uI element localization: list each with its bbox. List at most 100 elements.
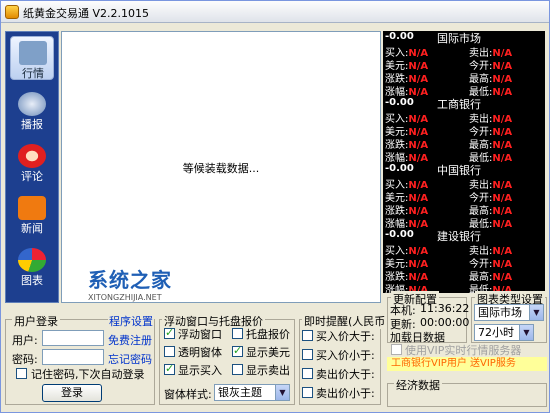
transparent-window-checkbox[interactable] xyxy=(164,346,175,357)
nav-item-chart[interactable]: 图表 xyxy=(10,244,54,288)
window-title: 纸黄金交易通 V2.2.1015 xyxy=(23,7,150,20)
password-input[interactable] xyxy=(42,349,104,365)
quote-row: 买入:N/A 卖出:N/A xyxy=(385,110,543,125)
alert-sell-above-label: 卖出价大于: xyxy=(316,368,375,381)
window-style-value: 银灰主题 xyxy=(218,386,262,399)
watermark-main-text: 系统之家 xyxy=(88,268,172,292)
vip-server-checkbox[interactable] xyxy=(391,344,402,355)
free-register-link[interactable]: 免费注册 xyxy=(108,332,152,348)
user-input[interactable] xyxy=(42,330,104,346)
app-window: 纸黄金交易通 V2.2.1015 行情 播报 评论 新闻 图表 等候装载数据..… xyxy=(0,0,550,413)
quote-row: 美元:N/A 今开:N/A xyxy=(385,255,543,270)
login-group: 用户登录 程序设置 用户: 免费注册 密码: 忘记密码 记住密码,下次自动登录 … xyxy=(5,313,155,405)
alert-buy-above-label: 买入价大于: xyxy=(316,330,375,343)
watermark-sub-text: XITONGZHIJIA.NET xyxy=(88,293,162,302)
promo-news-link[interactable]: 工商银行VIP用户 送VIP服务 xyxy=(387,357,547,371)
app-logo-icon xyxy=(5,5,19,19)
chevron-down-icon: ▼ xyxy=(529,305,543,320)
quote-section: -0.00 工商银行 买入:N/A 卖出:N/A 美元:N/A 今开:N/A 涨跌:N/A 最… xyxy=(383,97,545,164)
market-select-value: 国际市场 xyxy=(478,306,522,319)
login-button[interactable]: 登录 xyxy=(42,384,102,402)
update-time-value: 00:00:00 xyxy=(420,316,470,329)
tray-quote-checkbox[interactable] xyxy=(232,328,243,339)
quote-row: 买入:N/A 卖出:N/A xyxy=(385,242,543,257)
quote-change-value: -0.00 xyxy=(385,97,414,108)
nav-item-quotes[interactable]: 行情 xyxy=(10,36,54,80)
transparent-window-label: 透明窗体 xyxy=(178,346,222,359)
show-buy-label: 显示买入 xyxy=(178,364,222,377)
show-buy-checkbox[interactable] xyxy=(164,362,175,375)
quote-change-value: -0.00 xyxy=(385,163,414,174)
show-usd-label: 显示美元 xyxy=(246,346,290,359)
alert-sell-above-checkbox[interactable] xyxy=(302,368,313,379)
show-sell-checkbox[interactable] xyxy=(232,364,243,375)
quote-row: 美元:N/A 今开:N/A xyxy=(385,57,543,72)
chevron-down-icon: ▼ xyxy=(275,385,289,400)
quote-row: 涨跌:N/A 最高:N/A xyxy=(385,268,543,283)
chart-blocks-icon xyxy=(19,41,47,65)
quote-change-value: -0.00 xyxy=(385,31,414,42)
nav-item-comment[interactable]: 评论 xyxy=(10,140,54,184)
login-group-title: 用户登录 xyxy=(12,313,60,329)
vip-server-label: 使用VIP实时行情服务器 xyxy=(405,344,522,357)
quote-section: -0.00 中国银行 买入:N/A 卖出:N/A 美元:N/A 今开:N/A 涨跌:N/A 最… xyxy=(383,163,545,230)
show-sell-label: 显示卖出 xyxy=(246,364,290,377)
quote-row: 美元:N/A 今开:N/A xyxy=(385,189,543,204)
alerts-group-title: 即时提醒(人民币 xyxy=(302,313,388,329)
quote-row: 涨幅:N/A 最低:N/A xyxy=(385,83,543,98)
quote-row: 买入:N/A 卖出:N/A xyxy=(385,44,543,59)
quote-row: 涨幅:N/A 最低:N/A xyxy=(385,149,543,164)
sidebar-nav: 行情 播报 评论 新闻 图表 xyxy=(5,31,59,303)
quote-section: -0.00 国际市场 买入:N/A 卖出:N/A 美元:N/A 今开:N/A 涨跌:N/A 最… xyxy=(383,31,545,98)
main-content-area: 等候装载数据... 系统之家 XITONGZHIJIA.NET xyxy=(61,31,381,303)
title-bar: 纸黄金交易通 V2.2.1015 xyxy=(1,1,549,23)
quote-row: 美元:N/A 今开:N/A xyxy=(385,123,543,138)
quote-row: 涨跌:N/A 最高:N/A xyxy=(385,70,543,85)
alert-buy-above-checkbox[interactable] xyxy=(302,330,313,341)
broadcast-icon xyxy=(18,92,46,116)
pie-chart-icon xyxy=(18,248,46,272)
quote-section-header: -0.00 中国银行 xyxy=(385,163,543,177)
remember-password-label: 记住密码,下次自动登录 xyxy=(31,368,145,381)
quote-section-header: -0.00 建设银行 xyxy=(385,229,543,243)
nav-item-broadcast[interactable]: 播报 xyxy=(10,88,54,132)
window-style-select[interactable]: 银灰主题 ▼ xyxy=(214,384,290,401)
local-time-value: 11:36:22 xyxy=(420,302,470,315)
quote-row: 涨跌:N/A 最高:N/A xyxy=(385,202,543,217)
quote-row: 买入:N/A 卖出:N/A xyxy=(385,176,543,191)
quote-row: 涨幅:N/A 最低:N/A xyxy=(385,215,543,230)
chevron-down-icon: ▼ xyxy=(519,325,533,340)
economic-data-title: 经济数据 xyxy=(394,377,442,393)
alert-buy-below-checkbox[interactable] xyxy=(302,349,313,360)
alert-sell-below-label: 卖出价小于: xyxy=(316,387,375,400)
nav-label-comment: 评论 xyxy=(21,170,43,183)
quotes-panel: -0.00 国际市场 买入:N/A 卖出:N/A 美元:N/A 今开:N/A 涨跌:N/A 最… xyxy=(383,31,545,293)
password-label: 密码: xyxy=(12,353,38,366)
nav-label-quotes: 行情 xyxy=(22,67,44,80)
forgot-password-link[interactable]: 忘记密码 xyxy=(108,351,152,367)
window-style-label: 窗体样式: xyxy=(164,388,212,401)
alert-buy-below-label: 买入价小于: xyxy=(316,349,375,362)
watermark-logo: 系统之家 XITONGZHIJIA.NET xyxy=(88,264,172,302)
tray-quote-label: 托盘报价 xyxy=(246,328,290,341)
nav-label-broadcast: 播报 xyxy=(21,118,43,131)
quote-change-value: -0.00 xyxy=(385,229,414,240)
show-usd-checkbox[interactable] xyxy=(232,344,243,357)
floating-window-checkbox[interactable] xyxy=(164,326,175,339)
quote-section-header: -0.00 国际市场 xyxy=(385,31,543,45)
program-settings-link[interactable]: 程序设置 xyxy=(108,313,154,329)
period-select-value: 72小时 xyxy=(478,326,514,339)
chart-type-group: 图表类型设置 国际市场 ▼ 72小时 ▼ xyxy=(471,291,547,343)
alerts-group: 即时提醒(人民币 买入价大于: 买入价小于: 卖出价大于: 卖出价小于: xyxy=(299,313,388,405)
market-select[interactable]: 国际市场 ▼ xyxy=(474,304,544,321)
period-select[interactable]: 72小时 ▼ xyxy=(474,324,534,341)
floating-window-label: 浮动窗口 xyxy=(178,328,222,341)
nav-label-news: 新闻 xyxy=(21,222,43,235)
remember-password-checkbox[interactable] xyxy=(16,368,27,379)
floating-window-group: 浮动窗口与托盘报价 浮动窗口 托盘报价 透明窗体 显示美元 显示买入 显示卖出 … xyxy=(159,313,295,405)
economic-data-group: 经济数据 xyxy=(387,377,547,407)
update-config-group: 更新配置 本机: 11:36:22 更新: 00:00:00 加载日数据 xyxy=(387,291,470,344)
nav-item-news[interactable]: 新闻 xyxy=(10,192,54,236)
quote-row: 涨跌:N/A 最高:N/A xyxy=(385,136,543,151)
alert-sell-below-checkbox[interactable] xyxy=(302,387,313,398)
